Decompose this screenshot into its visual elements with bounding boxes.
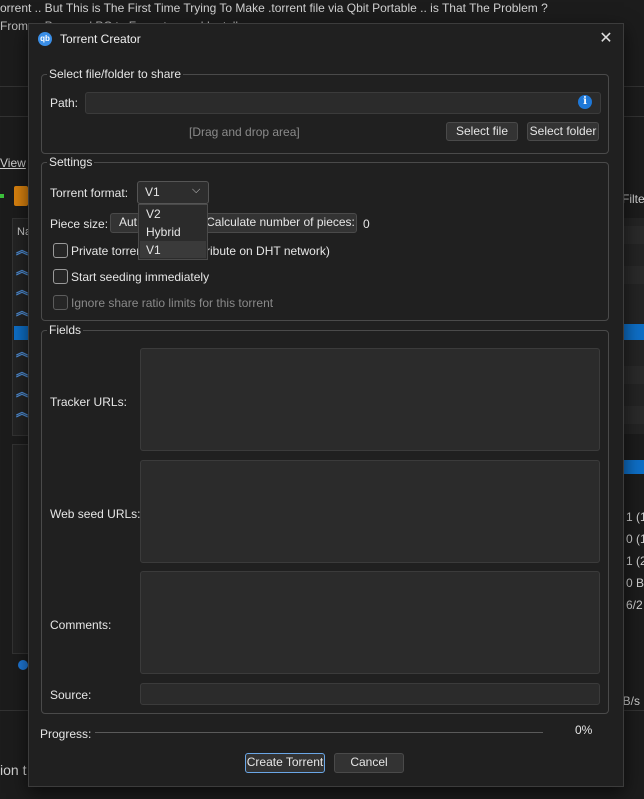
ignore-ratio-label[interactable]: Ignore share ratio limits for this torre… [71, 296, 273, 310]
torrent-format-select[interactable]: V1 ⌵ [137, 181, 209, 204]
bg-green-dot [0, 194, 4, 198]
cancel-button[interactable]: Cancel [334, 753, 404, 773]
select-file-group [41, 74, 609, 154]
web-seed-urls-textarea[interactable] [140, 460, 600, 563]
bg-value-3: 1 (2 [626, 554, 644, 568]
tracker-urls-label: Tracker URLs: [50, 395, 127, 409]
source-input[interactable] [140, 683, 600, 705]
close-icon[interactable]: ✕ [595, 28, 617, 50]
bg-selected-row[interactable] [14, 326, 28, 340]
chevron-down-icon: ⌵ [192, 184, 201, 196]
bg-right-list [622, 218, 644, 434]
bg-post-line-1: orrent .. But This is The First Time Try… [0, 1, 548, 15]
private-torrent-label-end[interactable]: ribute on DHT network) [206, 244, 330, 258]
format-option-v1[interactable]: V1 [146, 243, 161, 257]
private-torrent-label-start[interactable]: Private torrer [71, 244, 140, 258]
private-torrent-checkbox[interactable] [53, 243, 68, 258]
path-input[interactable] [85, 92, 601, 114]
bg-value-1: 1 (1 [626, 510, 644, 524]
info-icon[interactable]: i [578, 95, 592, 109]
bg-status-icon [18, 660, 28, 670]
torrent-format-value: V1 [145, 185, 160, 199]
bg-row-icon-6: ︽ [16, 365, 29, 379]
title-bar[interactable]: qb Torrent Creator ✕ [29, 24, 623, 54]
comments-label: Comments: [50, 618, 112, 632]
bg-value-5: 6/2 [626, 598, 643, 612]
pieces-count: 0 [363, 217, 370, 231]
progress-bar [95, 732, 543, 733]
bg-bottom-text: ion t [0, 762, 27, 778]
bg-row-icon-1: ︽ [16, 243, 29, 257]
qbittorrent-logo-icon: qb [38, 32, 52, 46]
format-option-v2[interactable]: V2 [146, 207, 161, 221]
progress-label: Progress: [40, 727, 92, 741]
settings-group-title: Settings [47, 155, 95, 169]
bg-value-2: 0 (1 [626, 532, 644, 546]
comments-textarea[interactable] [140, 571, 600, 674]
start-seeding-checkbox[interactable] [53, 269, 68, 284]
source-label: Source: [50, 688, 92, 702]
torrent-format-label: Torrent format: [50, 186, 129, 200]
select-folder-button[interactable]: Select folder [527, 122, 599, 141]
bg-filter-label: Filte [622, 192, 644, 206]
piece-size-label: Piece size: [50, 217, 109, 231]
dialog-title: Torrent Creator [60, 32, 141, 46]
drag-drop-area[interactable]: [Drag and drop area] [189, 125, 300, 139]
ignore-ratio-checkbox[interactable] [53, 295, 68, 310]
format-option-hybrid[interactable]: Hybrid [146, 225, 181, 239]
bg-row-icon-5: ︽ [16, 345, 29, 359]
bg-row-icon-4: ︽ [16, 304, 29, 318]
progress-percent: 0% [575, 723, 593, 737]
calculate-pieces-button[interactable]: Calculate number of pieces: [204, 213, 357, 233]
bg-toolbar-orange-button[interactable] [14, 186, 28, 206]
create-torrent-button[interactable]: Create Torrent [245, 753, 325, 773]
bg-row-icon-2: ︽ [16, 263, 29, 277]
torrent-format-dropdown[interactable]: V2 Hybrid V1 [138, 204, 208, 260]
select-file-group-title: Select file/folder to share [47, 67, 184, 81]
tracker-urls-textarea[interactable] [140, 348, 600, 451]
bg-tab-bar [622, 460, 644, 474]
bg-row-icon-7: ︽ [16, 385, 29, 399]
select-file-button[interactable]: Select file [446, 122, 518, 141]
start-seeding-label[interactable]: Start seeding immediately [71, 270, 209, 284]
bg-view-menu[interactable]: View [0, 156, 26, 170]
fields-group-title: Fields [47, 323, 84, 337]
bg-row-icon-8: ︽ [16, 405, 29, 419]
piece-size-select[interactable]: Aut [110, 213, 140, 233]
bg-value-4: 0 B [626, 576, 644, 590]
bg-row-icon-3: ︽ [16, 283, 29, 297]
web-seed-urls-label: Web seed URLs: [50, 507, 141, 521]
path-label: Path: [50, 96, 79, 110]
torrent-creator-dialog: qb Torrent Creator ✕ Select file/folder … [28, 23, 624, 787]
